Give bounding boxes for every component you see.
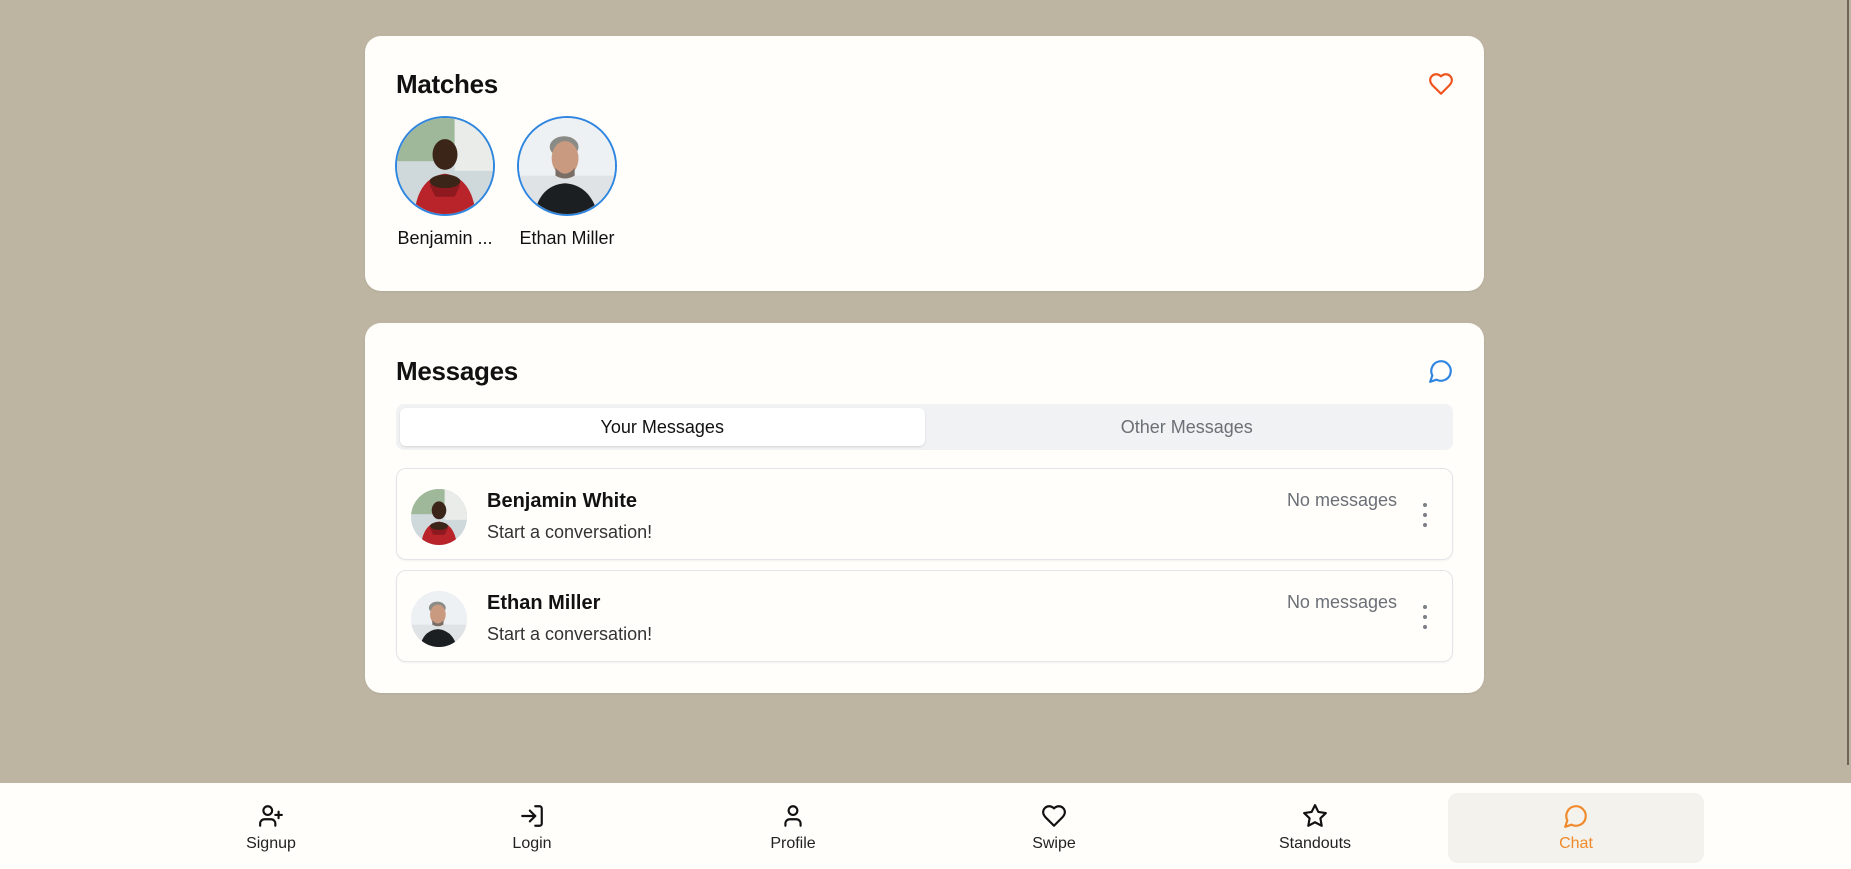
tab-other-messages[interactable]: Other Messages xyxy=(925,408,1450,446)
avatar[interactable] xyxy=(395,116,495,216)
conversation-status: No messages xyxy=(1286,592,1397,612)
nav-label: Profile xyxy=(770,835,816,852)
nav-label: Swipe xyxy=(1032,835,1076,852)
chat-bubble-icon xyxy=(1564,805,1587,828)
app-page: Matches Benjamin ... Ethan Miller Messag… xyxy=(0,0,1851,869)
match-item-ethan[interactable]: Ethan Miller xyxy=(517,116,617,249)
conversation-list: Benjamin White Start a conversation! No … xyxy=(396,468,1453,672)
avatar-ethan-image xyxy=(411,591,467,647)
message-tabs: Your Messages Other Messages xyxy=(396,404,1453,450)
conversation-preview: Start a conversation! xyxy=(487,624,653,644)
nav-label: Standouts xyxy=(1278,835,1352,852)
user-icon xyxy=(784,805,802,827)
nav-label: Login xyxy=(512,835,552,852)
nav-item-chat[interactable]: Chat xyxy=(1448,793,1704,863)
nav-label: Chat xyxy=(1559,835,1593,852)
star-icon xyxy=(1303,804,1327,827)
nav-item-signup[interactable]: Signup xyxy=(143,793,399,863)
nav-item-login[interactable]: Login xyxy=(404,793,660,863)
conversation-item[interactable]: Ethan Miller Start a conversation! No me… xyxy=(396,570,1453,662)
avatar-benjamin-image xyxy=(397,118,493,214)
heart-icon xyxy=(1042,805,1066,827)
avatar[interactable] xyxy=(517,116,617,216)
more-options-icon[interactable] xyxy=(1420,503,1430,527)
scrollbar[interactable] xyxy=(1847,0,1851,783)
conversation-name: Ethan Miller xyxy=(487,592,601,614)
nav-label: Signup xyxy=(246,835,296,852)
conversation-preview: Start a conversation! xyxy=(487,522,653,542)
matches-title: Matches xyxy=(396,69,498,99)
messages-card: Messages Your Messages Other Messages Be… xyxy=(365,323,1484,693)
conversation-status: No messages xyxy=(1286,490,1397,510)
avatar-benjamin-image xyxy=(411,489,467,545)
conversation-name: Benjamin White xyxy=(487,490,638,512)
more-options-icon[interactable] xyxy=(1420,605,1430,629)
nav-item-swipe[interactable]: Swipe xyxy=(926,793,1182,863)
avatar[interactable] xyxy=(411,489,467,545)
user-plus-icon xyxy=(259,805,283,827)
match-list: Benjamin ... Ethan Miller xyxy=(395,116,617,249)
avatar-ethan-image xyxy=(519,118,615,214)
messages-title: Messages xyxy=(396,356,518,386)
avatar[interactable] xyxy=(411,591,467,647)
chat-bubble-icon[interactable] xyxy=(1428,358,1454,384)
nav-item-profile[interactable]: Profile xyxy=(665,793,921,863)
match-name: Ethan Miller xyxy=(519,228,615,248)
nav-item-standouts[interactable]: Standouts xyxy=(1187,793,1443,863)
conversation-item[interactable]: Benjamin White Start a conversation! No … xyxy=(396,468,1453,560)
scrollbar-thumb[interactable] xyxy=(1847,0,1849,765)
matches-card: Matches Benjamin ... Ethan Miller xyxy=(365,36,1484,291)
match-name: Benjamin ... xyxy=(397,228,493,248)
heart-icon[interactable] xyxy=(1428,71,1454,97)
match-item-benjamin[interactable]: Benjamin ... xyxy=(395,116,495,249)
bottom-nav: Signup Login Profile Swipe Standouts Cha… xyxy=(0,783,1851,869)
login-icon xyxy=(521,805,543,827)
tab-your-messages[interactable]: Your Messages xyxy=(400,408,925,446)
